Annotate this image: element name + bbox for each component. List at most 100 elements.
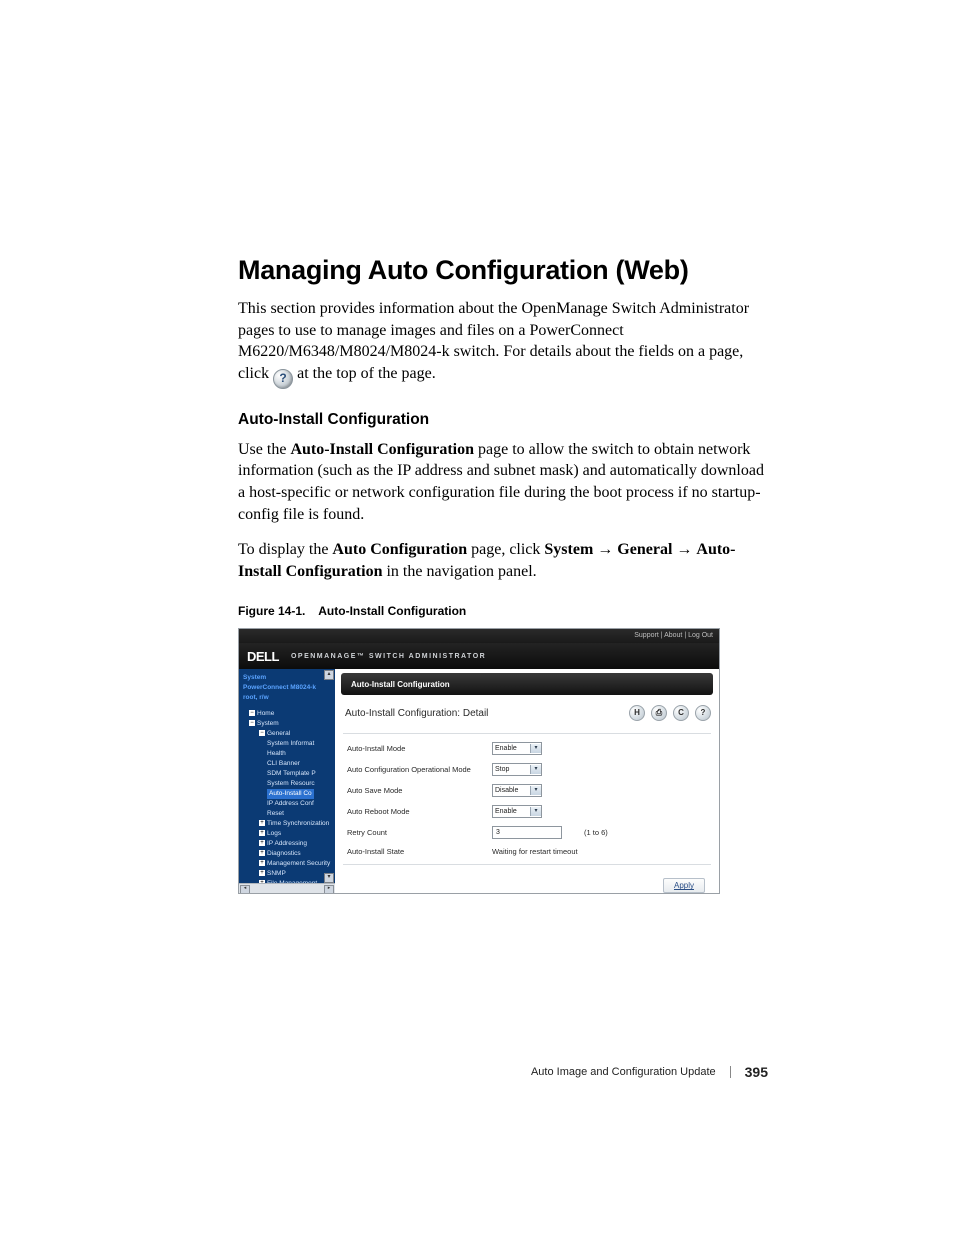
usage-text-a: Use the <box>238 441 290 458</box>
collapse-icon[interactable]: − <box>249 710 255 716</box>
tree-item[interactable]: −Home <box>243 709 333 719</box>
tree-item-label: System Resourc <box>267 780 315 787</box>
save-icon[interactable]: H <box>629 705 645 721</box>
brand-subtitle: OPENMANAGE™ SWITCH ADMINISTRATOR <box>291 653 486 660</box>
nav-tree[interactable]: System PowerConnect M8024-k root, r/w −H… <box>239 669 335 893</box>
expand-icon[interactable]: + <box>259 870 265 876</box>
text-input[interactable]: 3 <box>492 826 562 839</box>
tree-item[interactable]: Health <box>243 749 333 759</box>
nav-bold-general: General <box>617 541 672 558</box>
form-label: Retry Count <box>347 828 492 837</box>
page-title: Managing Auto Configuration (Web) <box>238 255 764 286</box>
tree-item[interactable]: −System <box>243 719 333 729</box>
hscroll-right-icon[interactable]: ▸ <box>324 885 334 893</box>
figure-caption: Figure 14-1. Auto-Install Configuration <box>238 604 764 618</box>
main-panel: Auto-Install Configuration Auto-Install … <box>335 669 719 893</box>
usage-paragraph: Use the Auto-Install Configuration page … <box>238 439 764 525</box>
dell-logo: DELL <box>247 649 279 664</box>
tree-item[interactable]: +Diagnostics <box>243 849 333 859</box>
refresh-icon[interactable]: C <box>673 705 689 721</box>
tree-item-label: IP Address Conf <box>267 800 314 807</box>
hscroll-left-icon[interactable]: ◂ <box>240 885 250 893</box>
form-label: Auto Configuration Operational Mode <box>347 765 492 774</box>
tree-item-label: Time Synchronization <box>267 820 329 827</box>
expand-icon[interactable]: + <box>259 860 265 866</box>
nav-bold-page: Auto Configuration <box>332 541 467 558</box>
select-value: Disable <box>495 787 518 794</box>
topbar-links[interactable]: Support | About | Log Out <box>239 629 719 643</box>
form-row: Auto-Install ModeEnable▾ <box>343 738 711 759</box>
footer-page-number: 395 <box>745 1064 768 1080</box>
form-row: Retry Count3 (1 to 6) <box>343 822 711 843</box>
tree-scroll-up-icon[interactable]: ▴ <box>324 670 334 680</box>
expand-icon[interactable]: + <box>259 820 265 826</box>
expand-icon[interactable]: + <box>259 840 265 846</box>
select-value: Enable <box>495 745 517 752</box>
tree-item[interactable]: −General <box>243 729 333 739</box>
tree-item[interactable]: +Logs <box>243 829 333 839</box>
tree-item[interactable]: Auto-Install Co <box>243 789 333 799</box>
footer-section: Auto Image and Configuration Update <box>531 1066 716 1078</box>
tree-item[interactable]: +SNMP <box>243 869 333 879</box>
form-row: Auto-Install StateWaiting for restart ti… <box>343 843 711 860</box>
tree-header-user: root, r/w <box>243 693 333 703</box>
collapse-icon[interactable]: − <box>249 720 255 726</box>
tree-item[interactable]: System Informat <box>243 739 333 749</box>
select-input[interactable]: Disable ▾ <box>492 784 542 797</box>
tree-item-label: Diagnostics <box>267 850 301 857</box>
tree-item-label: SNMP <box>267 870 286 877</box>
tree-item[interactable]: System Resourc <box>243 779 333 789</box>
tree-item[interactable]: Reset <box>243 809 333 819</box>
form-row: Auto Save ModeDisable ▾ <box>343 780 711 801</box>
form-value: Waiting for restart timeout <box>492 847 578 856</box>
tree-item[interactable]: CLI Banner <box>243 759 333 769</box>
subheading: Auto-Install Configuration <box>238 411 764 429</box>
print-icon[interactable]: ⎙ <box>651 705 667 721</box>
tree-header-system: System <box>243 673 333 683</box>
chevron-down-icon[interactable]: ▾ <box>530 744 541 753</box>
expand-icon[interactable]: + <box>259 830 265 836</box>
tree-item[interactable]: +Management Security <box>243 859 333 869</box>
expand-icon[interactable]: + <box>259 850 265 856</box>
tree-item[interactable]: SDM Template P <box>243 769 333 779</box>
tree-item-label: CLI Banner <box>267 760 300 767</box>
select-input[interactable]: Enable ▾ <box>492 742 542 755</box>
tree-item-label: General <box>267 730 290 737</box>
select-input[interactable]: Stop ▾ <box>492 763 542 776</box>
chevron-down-icon[interactable]: ▾ <box>530 807 541 816</box>
footer-divider <box>730 1066 731 1078</box>
form-label: Auto Save Mode <box>347 786 492 795</box>
figure-label: Figure 14-1. <box>238 604 305 618</box>
tree-item-label: Management Security <box>267 860 330 867</box>
figure-title: Auto-Install Configuration <box>318 604 466 618</box>
intro-text-b: at the top of the page. <box>297 365 436 382</box>
tree-horizontal-scrollbar[interactable]: ◂ ▸ <box>239 883 335 893</box>
tree-item[interactable]: IP Address Conf <box>243 799 333 809</box>
tree-scroll-down-icon[interactable]: ▾ <box>324 873 334 883</box>
chevron-down-icon[interactable]: ▾ <box>530 765 541 774</box>
tree-item[interactable]: +IP Addressing <box>243 839 333 849</box>
brand-bar: DELL OPENMANAGE™ SWITCH ADMINISTRATOR <box>239 643 719 669</box>
tree-header-model: PowerConnect M8024-k <box>243 683 333 693</box>
form-label: Auto Reboot Mode <box>347 807 492 816</box>
tree-item[interactable]: +Time Synchronization <box>243 819 333 829</box>
collapse-icon[interactable]: − <box>259 730 265 736</box>
chevron-down-icon[interactable]: ▾ <box>530 786 541 795</box>
form-row: Auto Configuration Operational ModeStop ▾ <box>343 759 711 780</box>
tree-item-label: Reset <box>267 810 284 817</box>
form-hint: (1 to 6) <box>572 828 608 837</box>
form-label: Auto-Install State <box>347 847 492 856</box>
usage-bold: Auto-Install Configuration <box>290 441 474 458</box>
tree-item-label: SDM Template P <box>267 770 316 777</box>
nav-text-b: page, click <box>471 541 544 558</box>
arrow-2: → <box>676 541 696 558</box>
select-input[interactable]: Enable▾ <box>492 805 542 818</box>
screenshot: Support | About | Log Out DELL OPENMANAG… <box>238 628 720 894</box>
select-value: Stop <box>495 766 509 773</box>
help-icon[interactable]: ? <box>695 705 711 721</box>
tree-item-label: Health <box>267 750 286 757</box>
intro-paragraph: This section provides information about … <box>238 298 764 389</box>
nav-bold-system: System <box>544 541 593 558</box>
apply-button[interactable]: Apply <box>663 878 705 893</box>
help-icon: ? <box>273 369 293 389</box>
